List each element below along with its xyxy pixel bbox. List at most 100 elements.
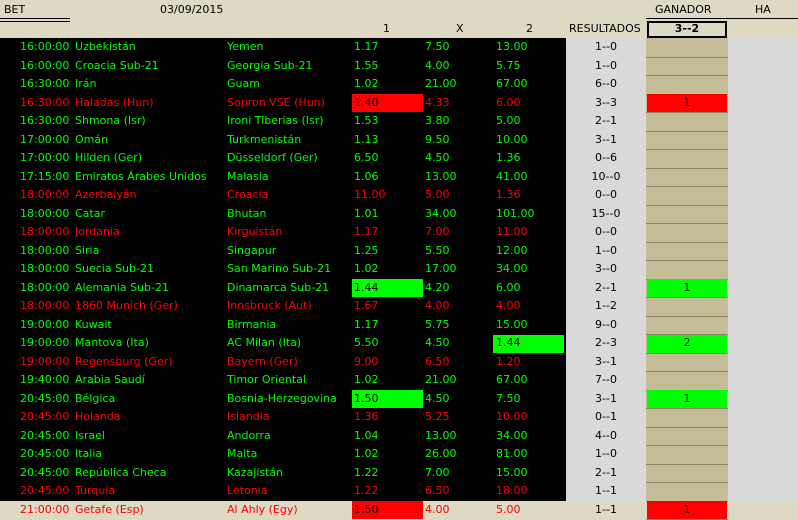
winner <box>647 371 727 389</box>
result: 0--0 <box>595 225 617 238</box>
match-time: 21:00:00 <box>20 502 70 516</box>
odd-x: 5.75 <box>425 317 450 331</box>
odd-1: 1.50 <box>354 502 379 516</box>
away-team: Singapur <box>227 243 277 257</box>
home-team: Arabia Saudí <box>75 373 145 386</box>
home-team: Shmona (Isr) <box>75 114 146 127</box>
odd-1: 1.50 <box>354 391 379 405</box>
home-team: Emiratos Árabes Unidos <box>75 169 207 183</box>
home-team: Getafe (Esp) <box>75 502 144 516</box>
odd-x: 6.50 <box>425 484 450 497</box>
away-team: Timor Oriental <box>227 373 306 386</box>
home-team: Irán <box>75 77 97 90</box>
result: 2--1 <box>595 280 617 294</box>
home-team: Haladas (Hun) <box>75 95 154 109</box>
result: 3--1 <box>595 354 617 368</box>
away-team: Kirguistán <box>227 225 283 238</box>
result: 1--2 <box>595 299 617 312</box>
winner: 2 <box>683 336 691 349</box>
winner <box>647 482 727 500</box>
away-team: Innsbruck (Aut) <box>227 299 312 312</box>
odd-x: 6.50 <box>425 354 450 368</box>
away-team: Bosnia-Herzegovina <box>227 391 337 405</box>
odd-1: 1.25 <box>354 243 379 257</box>
winner <box>647 223 727 241</box>
ha-column <box>728 38 798 501</box>
away-team: San Marino Sub-21 <box>227 262 332 275</box>
odd-2: 18.00 <box>496 484 528 497</box>
odd-1: 1.02 <box>354 447 379 460</box>
away-team: Malasia <box>227 169 269 183</box>
col-1-header: 1 <box>383 22 390 35</box>
odd-x: 4.00 <box>425 299 450 312</box>
winner <box>647 427 727 445</box>
result: 2--1 <box>595 465 617 479</box>
home-team: Catar <box>75 206 105 220</box>
odd-1: 1.55 <box>354 58 379 72</box>
result: 0--6 <box>595 151 617 164</box>
result: 0--1 <box>595 410 617 423</box>
match-time: 18:00:00 <box>20 299 70 312</box>
odd-2: 41.00 <box>496 169 528 183</box>
odd-2: 1.36 <box>496 151 521 164</box>
home-team: Mantova (Ita) <box>75 336 149 349</box>
result: 3--0 <box>595 262 617 275</box>
score-cell[interactable]: 3--2 <box>647 21 727 37</box>
away-team: Al Ahly (Egy) <box>227 502 298 516</box>
odd-1: 1.02 <box>354 373 379 386</box>
odd-1: 1.02 <box>354 77 379 90</box>
ganador-header: GANADOR <box>655 3 712 16</box>
odd-2: 13.00 <box>496 40 528 53</box>
odd-2: 101.00 <box>496 206 535 220</box>
match-time: 18:00:00 <box>20 188 70 201</box>
away-team: Georgia Sub-21 <box>227 58 313 72</box>
result: 3--1 <box>595 391 617 405</box>
result: 15--0 <box>591 206 621 220</box>
bet-double-underline <box>0 21 70 22</box>
home-team: Israel <box>75 428 106 442</box>
home-team: Uzbekistán <box>75 40 136 53</box>
odd-x: 34.00 <box>425 206 457 220</box>
winner: 1 <box>683 280 691 294</box>
away-team: Birmania <box>227 317 277 331</box>
odd-x: 9.50 <box>425 132 450 146</box>
away-team: Letonia <box>227 484 268 497</box>
ganador-underline <box>646 18 798 19</box>
odd-x: 7.00 <box>425 465 450 479</box>
result: 4--0 <box>595 428 617 442</box>
away-team: Bayern (Ger) <box>227 354 298 368</box>
result: 2--1 <box>595 114 617 127</box>
odd-2: 1.44 <box>496 336 521 349</box>
home-team: Holanda <box>75 410 121 423</box>
result: 1--1 <box>595 484 617 497</box>
winner: 1 <box>683 391 691 405</box>
odd-x: 4.33 <box>425 95 450 109</box>
odd-x: 17.00 <box>425 262 457 275</box>
odd-x: 5.25 <box>425 410 450 423</box>
odd-2: 11.00 <box>496 225 528 238</box>
col-2-header: 2 <box>526 22 533 35</box>
odd-x: 26.00 <box>425 447 457 460</box>
match-time: 16:00:00 <box>20 58 70 72</box>
away-team: Yemen <box>227 40 264 53</box>
result: 7--0 <box>595 373 617 386</box>
odd-x: 21.00 <box>425 373 457 386</box>
winner <box>647 205 727 223</box>
match-time: 19:40:00 <box>20 373 70 386</box>
odd-x: 4.00 <box>425 58 450 72</box>
away-team: Turkmenistán <box>227 132 302 146</box>
odd-x: 4.50 <box>425 391 450 405</box>
odd-1: 1.06 <box>354 169 379 183</box>
home-team: Kuwait <box>75 317 112 331</box>
result: 1--0 <box>595 58 617 72</box>
result: 9--0 <box>595 317 617 331</box>
winner <box>647 149 727 167</box>
match-time: 16:30:00 <box>20 95 70 109</box>
odd-2: 7.50 <box>496 391 521 405</box>
away-team: Sopron VSE (Hun) <box>227 95 325 109</box>
odd-x: 4.50 <box>425 336 450 349</box>
odd-2: 5.00 <box>496 114 521 127</box>
odd-1: 1.22 <box>354 484 379 497</box>
away-team: Malta <box>227 447 258 460</box>
away-team: Bhutan <box>227 206 267 220</box>
